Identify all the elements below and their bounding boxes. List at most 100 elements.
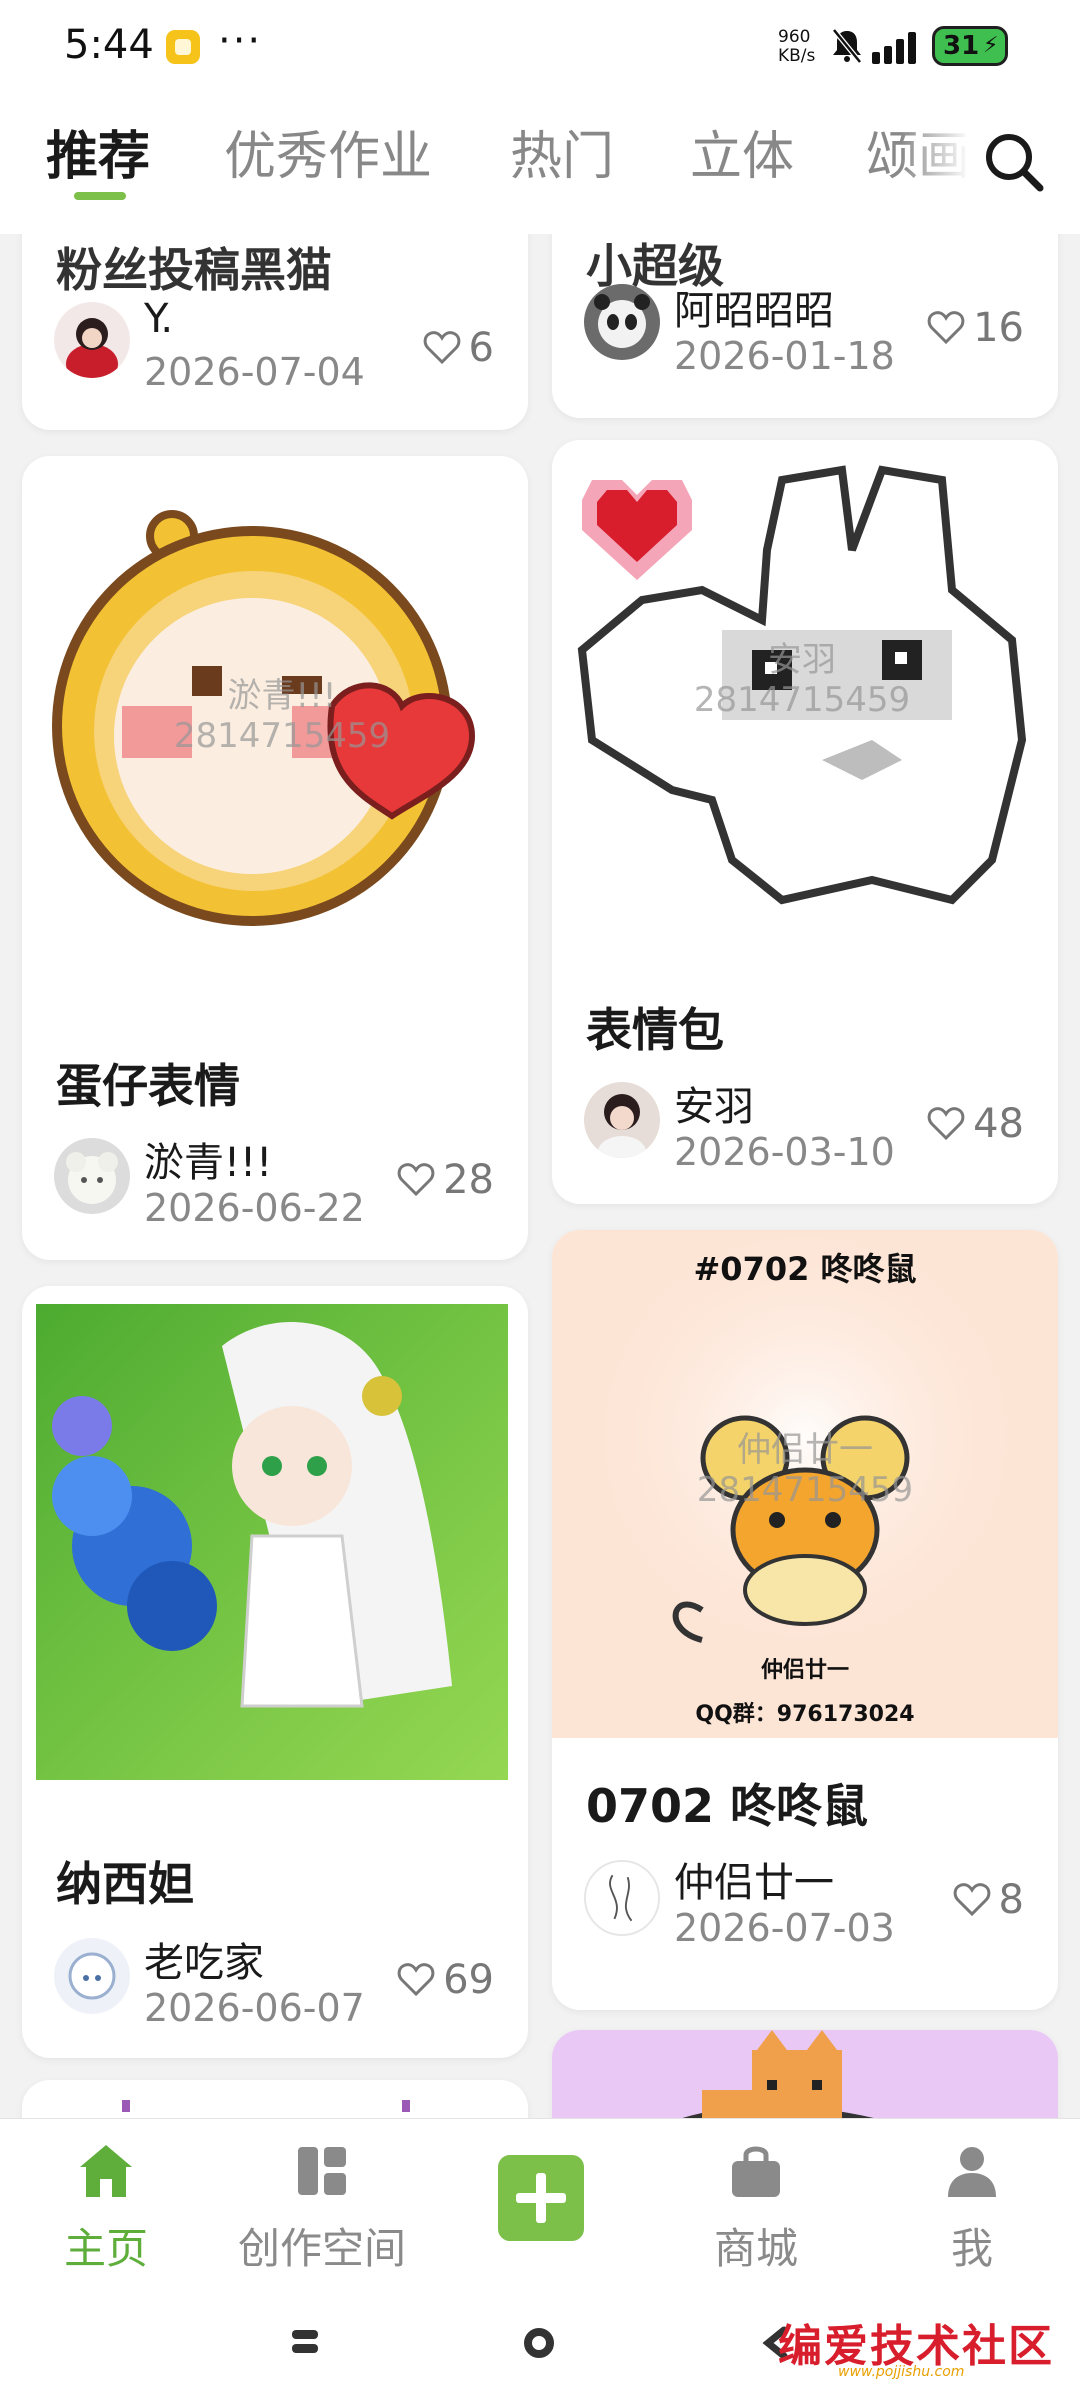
notification-app-icon <box>166 30 200 64</box>
heart-icon <box>927 311 965 345</box>
charging-bolt-icon: ⚡ <box>983 33 999 58</box>
avatar <box>584 284 660 360</box>
recent-apps-button[interactable] <box>292 2328 318 2356</box>
person-icon <box>948 2147 996 2197</box>
search-button[interactable] <box>978 126 1050 198</box>
search-icon <box>986 134 1044 192</box>
network-speed-value: 960 <box>778 27 811 47</box>
nav-home-label: 主页 <box>63 2224 148 2273</box>
more-notifications-icon: ··· <box>218 18 263 64</box>
author-name[interactable]: 安羽 <box>674 1074 754 1132</box>
card-title: 0702 咚咚鼠 <box>586 1779 869 1833</box>
system-navigation-bar: 编爱技术社区 www.pojjishu.com <box>0 2290 1080 2400</box>
artwork-card[interactable]: 小超级 阿昭昭昭 2026-01-18 16 <box>552 234 1058 418</box>
tab-3d[interactable]: 立体 <box>690 114 794 189</box>
forum-watermark-logo: 编爱技术社区 www.pojjishu.com <box>778 2308 1068 2384</box>
heart-icon <box>927 1107 965 1141</box>
forum-logo-url: www.pojjishu.com <box>838 2364 965 2380</box>
active-tab-indicator <box>74 192 126 200</box>
nav-me[interactable]: 我 <box>882 2129 1062 2279</box>
image-watermark: 安羽 2814715459 <box>693 640 911 720</box>
image-watermark: 仲侣廿一 2814715459 <box>696 1430 914 1510</box>
tab-recommended[interactable]: 推荐 <box>46 114 150 189</box>
bell-muted-icon <box>832 28 862 64</box>
card-title: 蛋仔表情 <box>56 1059 240 1113</box>
artwork-card[interactable]: 安羽 2814715459 表情包 安羽 2026-03-10 48 <box>552 440 1058 1204</box>
nav-me-label: 我 <box>950 2224 993 2273</box>
author-name[interactable]: 老吃家 <box>144 1930 264 1988</box>
battery-level: 31 <box>943 31 980 61</box>
post-date: 2026-01-18 <box>674 334 895 378</box>
status-bar: 5:44 ··· 960 KB/s 31 ⚡ <box>0 0 1080 96</box>
home-button[interactable] <box>524 2328 554 2358</box>
artwork-card[interactable] <box>22 2080 528 2118</box>
avatar <box>54 1938 130 2014</box>
like-button[interactable]: 16 <box>927 304 1024 352</box>
grid-icon <box>298 2147 346 2195</box>
card-title: 表情包 <box>586 1003 724 1057</box>
home-icon <box>80 2145 132 2197</box>
artwork-card[interactable]: 淤青!!! 2814715459 蛋仔表情 淤青!!! 2026-06-22 2… <box>22 456 528 1260</box>
network-speed-unit: KB/s <box>778 46 816 66</box>
nav-workspace-label: 创作空间 <box>237 2224 406 2273</box>
like-count: 48 <box>973 1101 1024 1147</box>
artwork-feed: 粉丝投稿黑猫 Y. 2026-07-04 6 小超级 阿昭昭昭 2026-01-… <box>0 234 1080 2118</box>
card-title: 纳西妲 <box>56 1857 194 1911</box>
avatar <box>54 1138 130 1214</box>
avatar <box>54 302 130 378</box>
status-time: 5:44 <box>64 22 154 68</box>
battery-icon: 31 ⚡ <box>932 26 1008 66</box>
tab-fade <box>900 96 970 234</box>
artwork-thumbnail[interactable] <box>22 1286 528 1816</box>
artwork-signature: 仲侣廿一 <box>760 1658 849 1683</box>
post-date: 2026-06-22 <box>144 1186 365 1230</box>
card-title: 粉丝投稿黑猫 <box>56 243 332 297</box>
like-count: 69 <box>443 1957 494 2003</box>
author-name[interactable]: 阿昭昭昭 <box>674 278 834 336</box>
network-speed: 960 KB/s <box>778 28 824 66</box>
tab-excellent-works[interactable]: 优秀作业 <box>224 114 432 189</box>
like-button[interactable]: 6 <box>423 324 494 372</box>
post-date: 2026-06-07 <box>144 1986 365 2030</box>
like-count: 6 <box>468 325 494 371</box>
artwork-card[interactable] <box>552 2030 1058 2118</box>
like-count: 8 <box>998 1877 1024 1923</box>
tab-hot[interactable]: 热门 <box>510 114 614 189</box>
image-watermark: 淤青!!! 2814715459 <box>173 676 391 756</box>
artwork-heading: #0702 咚咚鼠 <box>693 1250 917 1288</box>
author-name[interactable]: 仲侣廿一 <box>674 1850 834 1908</box>
nav-shop[interactable]: 商城 <box>666 2129 846 2279</box>
avatar <box>584 1082 660 1158</box>
heart-icon <box>397 1963 435 1997</box>
heart-icon <box>423 331 460 365</box>
like-button[interactable]: 28 <box>397 1156 494 1204</box>
shopping-bag-icon <box>732 2146 780 2197</box>
nav-workspace[interactable]: 创作空间 <box>232 2129 412 2279</box>
like-button[interactable]: 69 <box>397 1956 494 2004</box>
artwork-card[interactable]: #0702 咚咚鼠 仲侣廿一 2814715459 仲侣廿一 QQ群：97617… <box>552 1230 1058 2010</box>
author-name[interactable]: Y. <box>144 296 173 342</box>
bottom-navigation: 主页 创作空间 商城 我 <box>0 2118 1080 2290</box>
like-button[interactable]: 48 <box>927 1100 1024 1148</box>
category-tab-bar: 推荐 优秀作业 热门 立体 颂画 <box>0 96 1080 234</box>
like-button[interactable]: 8 <box>953 1876 1024 1924</box>
signal-icon <box>872 32 916 64</box>
artwork-card[interactable]: 粉丝投稿黑猫 Y. 2026-07-04 6 <box>22 234 528 430</box>
artwork-thumbnail[interactable] <box>22 2080 528 2118</box>
nav-home[interactable]: 主页 <box>16 2129 196 2279</box>
post-date: 2026-07-04 <box>144 350 365 394</box>
artwork-thumbnail[interactable] <box>552 2030 1058 2118</box>
nav-shop-label: 商城 <box>713 2224 798 2273</box>
like-count: 28 <box>443 1157 494 1203</box>
like-count: 16 <box>973 305 1024 351</box>
post-date: 2026-07-03 <box>674 1906 895 1950</box>
author-name[interactable]: 淤青!!! <box>144 1130 272 1188</box>
heart-icon <box>953 1883 990 1917</box>
artwork-thumbnail[interactable]: #0702 咚咚鼠 仲侣廿一 2814715459 仲侣廿一 QQ群：97617… <box>552 1230 1058 1738</box>
post-date: 2026-03-10 <box>674 1130 895 1174</box>
create-button[interactable] <box>498 2155 584 2241</box>
heart-icon <box>397 1163 435 1197</box>
avatar <box>584 1860 660 1936</box>
artwork-card[interactable]: 纳西妲 老吃家 2026-06-07 69 <box>22 1286 528 2058</box>
artwork-qq-group: QQ群：976173024 <box>695 1702 915 1727</box>
